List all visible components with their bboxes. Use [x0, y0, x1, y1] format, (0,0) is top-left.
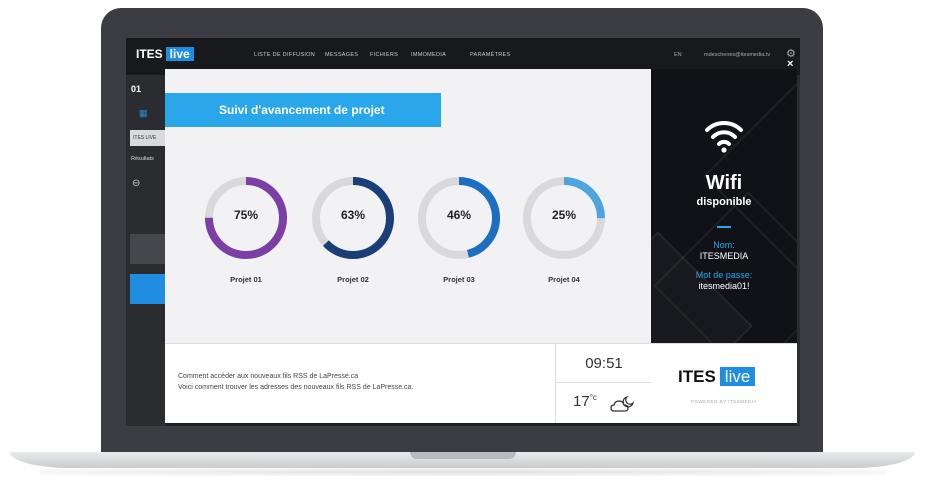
- progress-ring-3: 46%: [416, 175, 502, 261]
- wifi-title: Wifi: [705, 172, 743, 194]
- progress-value: 25%: [551, 208, 577, 222]
- wifi-name-key: Nom:: [713, 240, 735, 250]
- circle-toggle-icon[interactable]: ⊖: [132, 178, 140, 189]
- sidebar-button[interactable]: [130, 274, 166, 304]
- grid-icon[interactable]: ▦: [139, 108, 148, 119]
- nav-item-fichiers[interactable]: FICHIERS: [370, 52, 398, 58]
- step-number: 01: [131, 84, 142, 94]
- app-logo[interactable]: ITES live: [136, 47, 194, 61]
- wifi-password-value: itesmedia01!: [698, 281, 750, 291]
- user-email[interactable]: mdeschenes@itesmedia.tv: [704, 52, 770, 58]
- close-icon[interactable]: ×: [787, 58, 793, 70]
- brand-box: ITES live POWERED BY ITESMEDIA: [651, 343, 797, 423]
- partly-cloudy-night-icon: [610, 395, 635, 412]
- brand-badge: live: [719, 367, 756, 386]
- progress-value: 46%: [446, 208, 472, 222]
- nav-item-parametres[interactable]: PARAMÈTRES: [470, 52, 511, 58]
- nav-item-messages[interactable]: MESSAGES: [325, 52, 358, 58]
- weather-widget: 17°c: [555, 383, 651, 423]
- brand-logo: ITES live: [678, 367, 756, 387]
- wifi-divider: [717, 226, 731, 228]
- title-banner: Suivi d'avancement de projet: [165, 93, 441, 127]
- wifi-icon: [705, 120, 743, 153]
- laptop-screen: ITES live LISTE DE DIFFUSION MESSAGES FIC…: [126, 38, 800, 426]
- project-label: Projet 03: [443, 275, 475, 284]
- progress-ring-2: 63%: [310, 175, 396, 261]
- language-switch[interactable]: EN: [674, 52, 682, 58]
- progress-value: 75%: [233, 208, 259, 222]
- sidebar-chip[interactable]: ITES LIVE: [130, 130, 166, 146]
- progress-panel: Suivi d'avancement de projet 75% Projet …: [165, 69, 651, 343]
- progress-title: Suivi d'avancement de projet: [219, 103, 385, 117]
- nav-item-immomedia[interactable]: IMMOMEDIA: [411, 52, 446, 58]
- wifi-subtitle: disponible: [696, 196, 752, 208]
- wifi-name-value: ITESMEDIA: [699, 251, 749, 261]
- project-label: Projet 02: [337, 275, 369, 284]
- brand-name: ITES: [678, 367, 716, 386]
- progress-ring-4: 25%: [521, 175, 607, 261]
- wifi-panel: Wifi disponible Nom: ITESMEDIA Mot de pa…: [651, 69, 797, 343]
- temperature-unit: °c: [589, 393, 597, 402]
- news-ticker: Comment accéder aux nouveaux fils RSS de…: [165, 343, 555, 423]
- app-sidebar: 01 ▦ ITES LIVE Résultats ⊖: [126, 75, 166, 426]
- clock-widget: 09:51: [555, 343, 651, 383]
- wifi-password-key: Mot de passe:: [695, 270, 753, 280]
- news-summary: Voici comment trouver les adresses des n…: [178, 384, 414, 391]
- nav-item-liste-de-diffusion[interactable]: LISTE DE DIFFUSION: [254, 52, 315, 58]
- temperature-value: 17: [573, 393, 590, 410]
- brand-tagline: POWERED BY ITESMEDIA: [691, 399, 757, 404]
- project-label: Projet 04: [548, 275, 580, 284]
- preview-modal: Suivi d'avancement de projet 75% Projet …: [165, 69, 797, 423]
- project-label: Projet 01: [230, 275, 262, 284]
- news-headline: Comment accéder aux nouveaux fils RSS de…: [178, 373, 359, 380]
- progress-value: 63%: [340, 208, 366, 222]
- app-logo-text: ITES: [136, 47, 163, 61]
- progress-ring-1: 75%: [203, 175, 289, 261]
- sidebar-block: [130, 234, 166, 264]
- laptop-notch: [410, 452, 516, 459]
- laptop-shadow: [40, 468, 885, 476]
- results-label: Résultats: [131, 156, 154, 162]
- app-logo-badge: live: [165, 47, 194, 61]
- clock-time: 09:51: [585, 355, 623, 372]
- temperature: 17°c: [573, 393, 597, 410]
